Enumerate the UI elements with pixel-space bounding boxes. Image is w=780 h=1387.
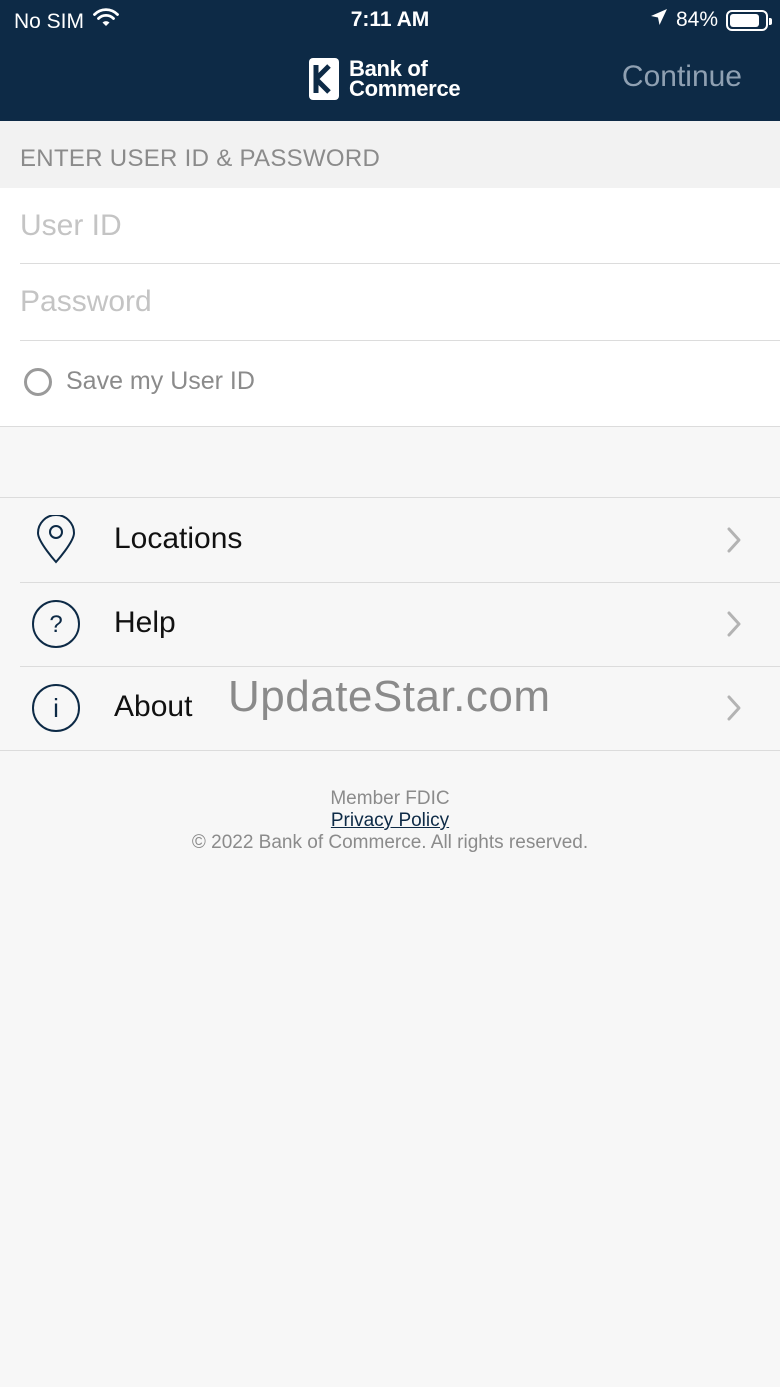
menu-item-label: Help [114,606,176,639]
bank-logo-mark-icon [309,58,339,100]
copyright-text: © 2022 Bank of Commerce. All rights rese… [191,832,589,853]
login-section-title: ENTER USER ID & PASSWORD [20,145,381,172]
login-section-header: ENTER USER ID & PASSWORD [0,121,780,188]
login-form: Save my User ID [0,188,780,427]
info-circle-icon: i [31,683,81,733]
chevron-right-icon [726,694,742,722]
bank-logo: Bank of Commerce [309,58,461,101]
menu-item-locations[interactable]: Locations [0,498,780,582]
continue-button[interactable]: Continue [622,60,742,94]
menu-item-label: Locations [114,522,243,555]
save-user-id-toggle[interactable]: Save my User ID [24,367,255,396]
location-pin-icon [31,514,81,565]
save-user-id-radio[interactable] [24,367,52,396]
privacy-policy-link[interactable]: Privacy Policy [331,810,449,832]
battery-icon [726,9,772,31]
user-id-input[interactable] [20,188,780,263]
logo-text-line2: Commerce [349,76,461,101]
chevron-right-icon [726,526,742,554]
svg-text:?: ? [49,611,62,638]
save-user-id-label: Save my User ID [66,367,255,395]
menu-item-label: About [114,690,193,723]
watermark-text: UpdateStar.com [228,672,551,721]
question-circle-icon: ? [31,599,81,649]
location-arrow-icon [650,8,668,32]
password-input[interactable] [20,264,780,340]
status-bar: No SIM 7:11 AM 84% [0,0,780,40]
footer: Member FDIC Privacy Policy © 2022 Bank o… [0,788,780,854]
svg-text:i: i [53,693,59,723]
member-fdic-text: Member FDIC [330,788,450,809]
menu-item-help[interactable]: ? Help [0,582,780,666]
battery-percent: 84% [675,8,718,31]
top-bar: No SIM 7:11 AM 84% Bank of Commerce Cont… [0,0,780,121]
chevron-right-icon [726,610,742,638]
